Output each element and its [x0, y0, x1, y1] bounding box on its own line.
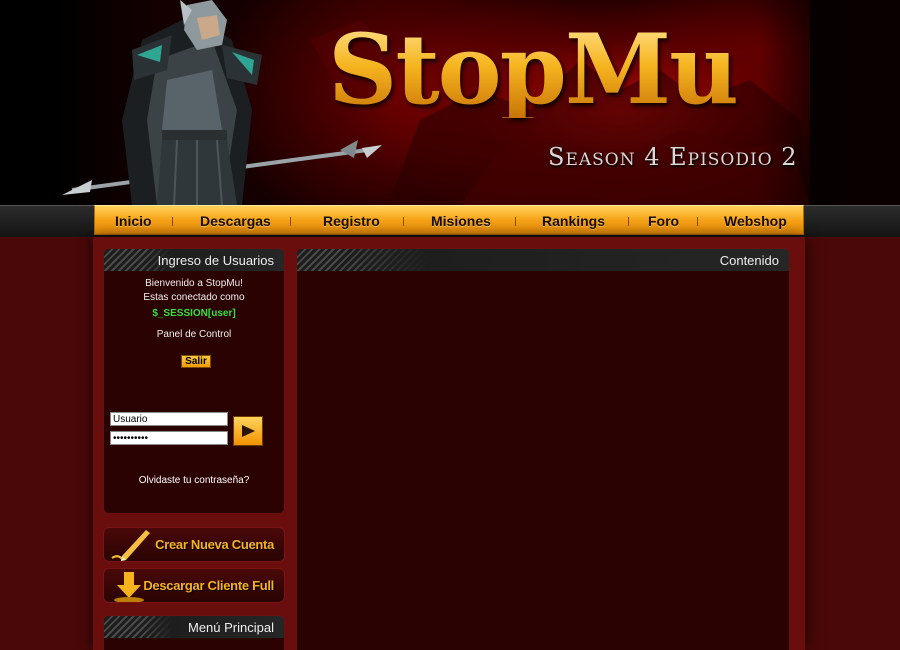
- banner-fade-right: [760, 0, 900, 205]
- nav-item-misiones[interactable]: Misiones: [431, 213, 491, 229]
- nav-separator: [697, 217, 698, 226]
- download-client-button[interactable]: Descargar Cliente Full: [103, 568, 285, 603]
- login-submit-button[interactable]: [233, 416, 263, 446]
- pen-icon: [111, 530, 150, 561]
- control-panel-link[interactable]: Panel de Control: [104, 329, 284, 340]
- nav-separator: [515, 217, 516, 226]
- nav-item-registro[interactable]: Registro: [323, 213, 380, 229]
- site-logo[interactable]: StopMu: [328, 22, 739, 118]
- nav-item-rankings[interactable]: Rankings: [542, 213, 605, 229]
- nav-item-foro[interactable]: Foro: [648, 213, 679, 229]
- create-account-label: Crear Nueva Cuenta: [155, 537, 274, 552]
- season-tagline: Season 4 Episodio 2: [548, 143, 798, 171]
- main-menu-panel: Menú Principal: [103, 615, 285, 650]
- nav-item-webshop[interactable]: Webshop: [724, 213, 787, 229]
- content-panel: Contenido: [296, 248, 790, 650]
- nav-separator: [290, 217, 291, 226]
- nav-separator: [172, 217, 173, 226]
- login-panel: Ingreso de Usuarios Bienvenido a StopMu!…: [103, 248, 285, 514]
- logout-button[interactable]: Salir: [181, 355, 211, 368]
- username-input[interactable]: [110, 412, 228, 426]
- nav-separator: [628, 217, 629, 226]
- connected-as-text: Estas conectado como: [143, 292, 245, 303]
- main-menu-title: Menú Principal: [188, 620, 274, 635]
- content-panel-title: Contenido: [719, 253, 779, 268]
- nav-item-descargas[interactable]: Descargas: [200, 213, 271, 229]
- forgot-password-link[interactable]: Olvidaste tu contraseña?: [104, 475, 284, 486]
- arrow-right-icon: [242, 425, 255, 437]
- password-input[interactable]: [110, 431, 228, 445]
- header-banner: StopMu Season 4 Episodio 2: [0, 0, 900, 205]
- welcome-text: Bienvenido a StopMu!: [145, 278, 243, 289]
- main-nav: Inicio Descargas Registro Misiones Ranki…: [94, 205, 804, 235]
- session-username: $_SESSION[user]: [152, 308, 236, 319]
- content-panel-header: [297, 249, 789, 271]
- login-panel-title: Ingreso de Usuarios: [157, 253, 274, 268]
- download-client-label: Descargar Cliente Full: [143, 578, 274, 593]
- nav-item-inicio[interactable]: Inicio: [115, 213, 152, 229]
- nav-separator: [403, 217, 404, 226]
- create-account-button[interactable]: Crear Nueva Cuenta: [103, 527, 285, 562]
